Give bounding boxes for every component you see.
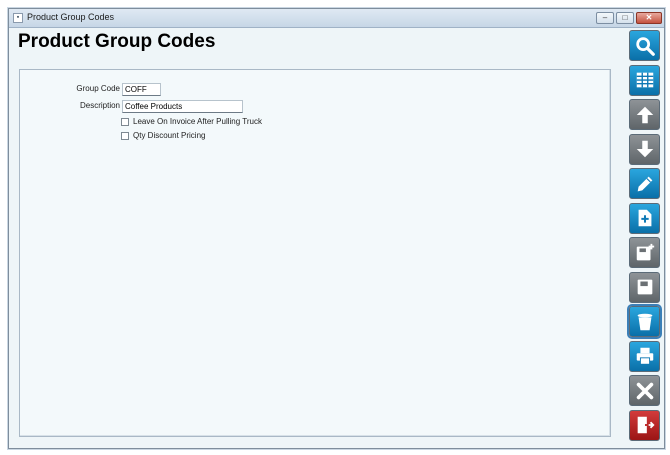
- arrow-down-icon: [636, 140, 653, 158]
- qty-discount-checkbox[interactable]: [121, 132, 129, 140]
- save-new-icon: [636, 243, 654, 260]
- minimize-button[interactable]: –: [596, 12, 614, 24]
- save-icon: [637, 279, 652, 295]
- grid-icon: [636, 72, 653, 88]
- group-code-field[interactable]: COFF: [122, 83, 161, 96]
- qty-discount-label[interactable]: Qty Discount Pricing: [133, 131, 205, 140]
- exit-button[interactable]: [629, 409, 660, 441]
- form-panel: Group Code COFF Description Coffee Produ…: [19, 69, 611, 437]
- new-document-icon: [638, 209, 651, 227]
- delete-button[interactable]: [629, 306, 660, 337]
- trash-icon: [637, 313, 652, 330]
- previous-record-button[interactable]: [629, 99, 660, 130]
- new-record-button[interactable]: [629, 202, 660, 234]
- title-bar[interactable]: ▪ Product Group Codes – □ ✕: [9, 9, 664, 28]
- arrow-up-icon: [636, 106, 653, 123]
- search-button[interactable]: [629, 30, 660, 61]
- edit-pencil-icon: [637, 176, 652, 191]
- description-field[interactable]: Coffee Products: [122, 100, 243, 113]
- window-title: Product Group Codes: [27, 12, 115, 22]
- leave-on-invoice-checkbox[interactable]: [121, 118, 129, 126]
- description-label: Description: [79, 101, 120, 110]
- grid-view-button[interactable]: [629, 64, 660, 96]
- cancel-x-icon: [636, 382, 653, 399]
- cancel-button[interactable]: [629, 375, 660, 406]
- edit-button[interactable]: [629, 168, 660, 199]
- save-button[interactable]: [629, 271, 660, 303]
- close-button[interactable]: ✕: [636, 12, 662, 24]
- leave-on-invoice-label[interactable]: Leave On Invoice After Pulling Truck: [133, 117, 262, 126]
- printer-icon: [636, 347, 653, 365]
- page-title: Product Group Codes: [18, 31, 216, 52]
- print-button[interactable]: [629, 340, 660, 372]
- next-record-button[interactable]: [629, 133, 660, 165]
- search-icon: [635, 36, 655, 56]
- group-code-label: Group Code: [76, 84, 120, 93]
- app-icon[interactable]: ▪: [13, 13, 23, 23]
- exit-door-icon: [637, 416, 655, 434]
- maximize-button[interactable]: □: [616, 12, 634, 24]
- app-window: ▪ Product Group Codes – □ ✕ Product Grou…: [8, 8, 665, 449]
- save-and-new-button[interactable]: [629, 237, 660, 268]
